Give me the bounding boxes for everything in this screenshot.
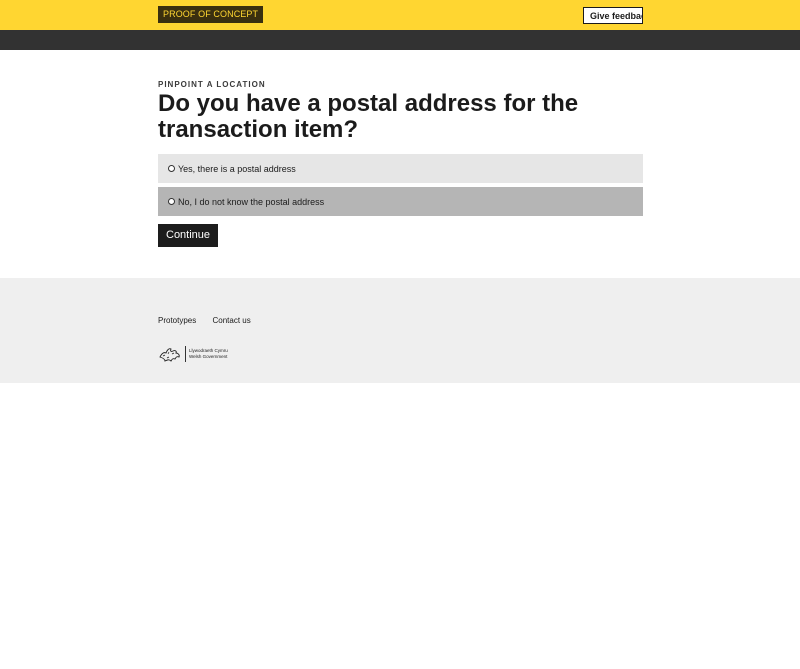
radio-icon[interactable] bbox=[168, 198, 175, 205]
header-bar bbox=[0, 30, 800, 50]
option-no-postal-address[interactable]: No, I do not know the postal address bbox=[158, 187, 643, 216]
logo-english-name: Welsh Government bbox=[189, 354, 228, 359]
footer: Prototypes Contact us Llywodraeth Cymru … bbox=[0, 278, 800, 383]
logo-text: Llywodraeth Cymru Welsh Government bbox=[189, 348, 228, 360]
option-label: Yes, there is a postal address bbox=[178, 163, 296, 174]
page-caption: PINPOINT A LOCATION bbox=[158, 80, 266, 89]
footer-links: Prototypes Contact us bbox=[158, 316, 265, 325]
proof-of-concept-badge: PROOF OF CONCEPT bbox=[158, 6, 264, 23]
radio-group: Yes, there is a postal address No, I do … bbox=[158, 154, 643, 216]
page-title: Do you have a postal address for the tra… bbox=[158, 90, 579, 143]
radio-icon[interactable] bbox=[168, 165, 175, 172]
footer-link-contact-us[interactable]: Contact us bbox=[212, 316, 250, 325]
footer-link-prototypes[interactable]: Prototypes bbox=[158, 316, 196, 325]
dragon-icon bbox=[159, 348, 180, 362]
main-content: PINPOINT A LOCATION Do you have a postal… bbox=[158, 80, 643, 247]
continue-button[interactable]: Continue bbox=[158, 224, 219, 247]
phase-banner: PROOF OF CONCEPT Give feedback bbox=[0, 0, 800, 30]
give-feedback-button[interactable]: Give feedback bbox=[583, 7, 643, 24]
welsh-government-logo: Llywodraeth Cymru Welsh Government bbox=[158, 345, 228, 363]
option-yes-postal-address[interactable]: Yes, there is a postal address bbox=[158, 154, 643, 183]
option-label: No, I do not know the postal address bbox=[178, 196, 325, 207]
logo-divider bbox=[185, 346, 186, 362]
